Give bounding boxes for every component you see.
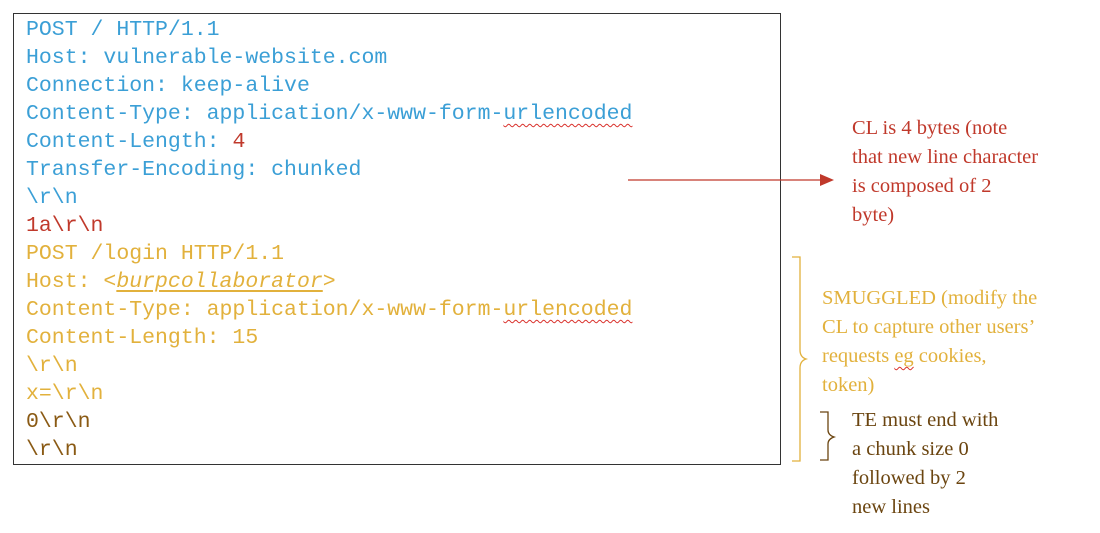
cl-note-line-4: byte) bbox=[852, 204, 895, 226]
cl-note-line-3: is composed of 2 bbox=[852, 175, 992, 197]
te-note-line-1: TE must end with bbox=[852, 409, 999, 431]
smuggled-note-line-3: requests eg cookies, bbox=[822, 342, 987, 371]
smuggled-note-line-3-prefix: requests bbox=[822, 345, 895, 367]
smuggled-note-line-3-suffix: cookies, bbox=[913, 345, 987, 367]
smuggled-note-line-1: SMUGGLED (modify the bbox=[822, 287, 1038, 309]
smuggled-note-line-3-eg: eg bbox=[894, 345, 914, 367]
smuggled-note-line-4: token) bbox=[822, 374, 875, 396]
smuggled-note-line-2: CL to capture other users’ bbox=[822, 316, 1036, 338]
terminator-brace bbox=[820, 411, 837, 461]
smuggled-brace bbox=[792, 256, 809, 462]
te-note-line-3: followed by 2 bbox=[852, 467, 966, 489]
te-note-line-4: new lines bbox=[852, 496, 930, 518]
cl-note-line-1: CL is 4 bytes (note bbox=[852, 117, 1008, 139]
cl-note-line-2: that new line character bbox=[852, 146, 1039, 168]
te-note-line-2: a chunk size 0 bbox=[852, 438, 969, 460]
cl-note-arrow bbox=[628, 174, 834, 186]
